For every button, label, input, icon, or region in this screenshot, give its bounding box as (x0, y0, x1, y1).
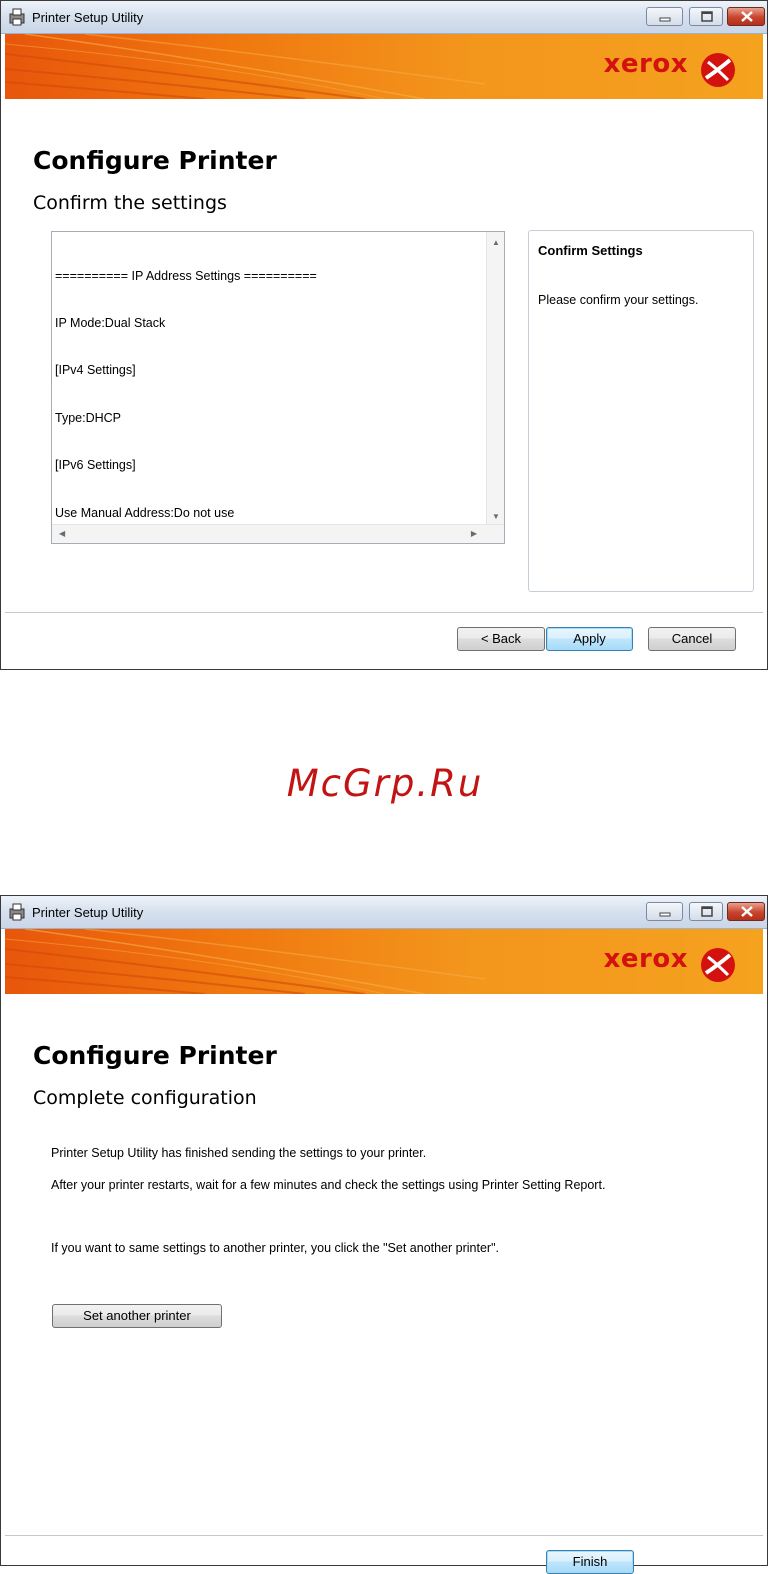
page-title: Configure Printer (33, 1041, 277, 1070)
minimize-icon (659, 912, 671, 917)
restart-instructions: After your printer restarts, wait for a … (51, 1178, 606, 1192)
xerox-logo-text: xerox (603, 49, 688, 79)
settings-text-area[interactable]: ========== IP Address Settings =========… (51, 231, 505, 544)
info-title: Confirm Settings (538, 243, 643, 258)
complete-configuration-window: Printer Setup Utility xerox Configure Pr… (0, 895, 768, 1574)
xerox-banner: xerox (5, 929, 763, 994)
xerox-ball-icon (701, 53, 735, 87)
xerox-ball-icon (701, 948, 735, 982)
finished-message: Printer Setup Utility has finished sendi… (51, 1146, 427, 1160)
apply-button[interactable]: Apply (546, 627, 633, 651)
settings-line: [IPv4 Settings] (55, 363, 136, 378)
settings-line: Type:DHCP (55, 410, 121, 425)
minimize-button[interactable] (646, 7, 683, 26)
title-bar[interactable]: Printer Setup Utility (1, 1, 767, 34)
watermark: McGrp.Ru (286, 762, 484, 805)
settings-lines: ========== IP Address Settings =========… (55, 237, 317, 553)
close-icon (741, 11, 753, 22)
info-text: Please confirm your settings. (538, 293, 699, 307)
close-button[interactable] (727, 902, 765, 921)
scroll-down-icon[interactable]: ▼ (492, 512, 500, 521)
close-icon (741, 906, 753, 917)
cancel-button[interactable]: Cancel (648, 627, 736, 651)
scroll-up-icon[interactable]: ▲ (492, 238, 500, 247)
scroll-right-icon[interactable]: ▶ (471, 529, 477, 538)
printer-utility-icon (9, 903, 25, 921)
confirm-settings-window: Printer Setup Utility xerox Configure Pr… (0, 0, 768, 670)
finish-button[interactable]: Finish (546, 1550, 634, 1574)
another-printer-hint: If you want to same settings to another … (51, 1241, 499, 1255)
xerox-banner: xerox (5, 34, 763, 99)
page-subtitle: Confirm the settings (33, 192, 227, 214)
window-title: Printer Setup Utility (32, 905, 144, 920)
minimize-icon (659, 17, 671, 22)
xerox-logo-text: xerox (603, 944, 688, 974)
maximize-button[interactable] (689, 902, 723, 921)
settings-line: IP Mode:Dual Stack (55, 315, 166, 330)
settings-line: Use Manual Address:Do not use (55, 505, 235, 520)
horizontal-scrollbar[interactable]: ◀ ▶ (52, 524, 504, 543)
back-button[interactable]: < Back (457, 627, 545, 651)
vertical-scrollbar[interactable]: ▲ ▼ (486, 232, 504, 525)
printer-utility-icon (9, 8, 25, 26)
divider (5, 1535, 763, 1536)
title-bar[interactable]: Printer Setup Utility (1, 896, 767, 929)
close-button[interactable] (727, 7, 765, 26)
settings-line: ========== IP Address Settings =========… (55, 268, 317, 283)
divider (5, 612, 763, 613)
scroll-left-icon[interactable]: ◀ (59, 529, 65, 538)
maximize-icon (701, 11, 713, 22)
maximize-icon (701, 906, 713, 917)
page-title: Configure Printer (33, 146, 277, 175)
window-title: Printer Setup Utility (32, 10, 144, 25)
set-another-printer-button[interactable]: Set another printer (52, 1304, 222, 1328)
maximize-button[interactable] (689, 7, 723, 26)
settings-line: [IPv6 Settings] (55, 458, 136, 473)
minimize-button[interactable] (646, 902, 683, 921)
page-subtitle: Complete configuration (33, 1087, 257, 1109)
info-panel: Confirm Settings Please confirm your set… (528, 230, 754, 592)
